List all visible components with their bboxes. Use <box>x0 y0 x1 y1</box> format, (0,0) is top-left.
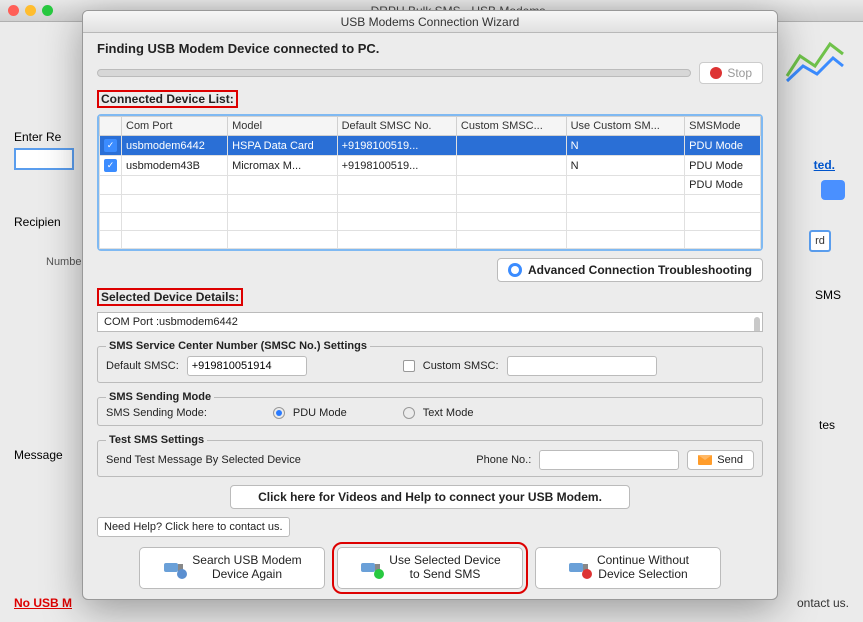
no-usb-modem-link[interactable]: No USB M <box>14 596 72 610</box>
text-mode-label: Text Mode <box>423 407 474 419</box>
table-header[interactable]: SMSMode <box>685 117 761 136</box>
zoom-icon[interactable] <box>42 5 53 16</box>
continue-without-label: Continue WithoutDevice Selection <box>597 554 689 582</box>
custom-smsc-input[interactable] <box>507 356 657 376</box>
stop-button-label: Stop <box>727 66 752 80</box>
gear-icon <box>508 263 522 277</box>
bg-connected-link-fragment[interactable]: ted. <box>814 158 835 172</box>
test-sms-group: Test SMS Settings Send Test Message By S… <box>97 434 763 477</box>
test-sms-label: Send Test Message By Selected Device <box>106 454 301 466</box>
row-checkbox[interactable]: ✓ <box>104 159 117 172</box>
bg-dropdown-fragment[interactable] <box>821 180 845 200</box>
default-smsc-input[interactable] <box>187 356 307 376</box>
bg-recipient-input[interactable] <box>14 148 74 170</box>
selected-device-details-box: COM Port :usbmodem6442Manufacturer :TCT … <box>97 312 763 332</box>
advanced-troubleshooting-label: Advanced Connection Troubleshooting <box>528 263 752 277</box>
close-icon[interactable] <box>8 5 19 16</box>
sms-sending-mode-label: SMS Sending Mode: <box>106 407 207 419</box>
row-checkbox-cell[interactable]: ✓ <box>100 136 122 156</box>
connected-device-list-heading: Connected Device List: <box>97 90 238 108</box>
table-row[interactable] <box>100 231 761 249</box>
search-again-label: Search USB ModemDevice Again <box>192 554 301 582</box>
bg-sms-label-fragment: SMS <box>815 288 841 302</box>
advanced-troubleshooting-button[interactable]: Advanced Connection Troubleshooting <box>497 258 763 282</box>
bg-recipients-label: Recipien <box>14 215 61 229</box>
pdu-mode-label: PDU Mode <box>293 407 347 419</box>
use-selected-device-button[interactable]: Use Selected Deviceto Send SMS <box>337 547 523 589</box>
stop-button[interactable]: Stop <box>699 62 763 84</box>
use-selected-device-label: Use Selected Deviceto Send SMS <box>389 554 500 582</box>
scan-progress-bar <box>97 69 691 77</box>
detail-line: Manufacturer :TCT Mobile International L… <box>104 330 756 333</box>
smsc-settings-group: SMS Service Center Number (SMSC No.) Set… <box>97 340 763 383</box>
mail-icon <box>698 455 712 465</box>
table-header[interactable]: Custom SMSC... <box>456 117 566 136</box>
usb-search-icon <box>162 560 184 576</box>
custom-smsc-checkbox[interactable] <box>403 360 415 372</box>
search-again-button[interactable]: Search USB ModemDevice Again <box>139 547 325 589</box>
row-checkbox-cell[interactable]: ✓ <box>100 156 122 176</box>
detail-line: COM Port :usbmodem6442 <box>104 316 756 330</box>
table-row[interactable] <box>100 213 761 231</box>
minimize-icon[interactable] <box>25 5 36 16</box>
pdu-mode-radio[interactable] <box>273 407 285 419</box>
text-mode-radio[interactable] <box>403 407 415 419</box>
selected-device-details-heading: Selected Device Details: <box>97 288 243 306</box>
bg-message-label: Message <box>14 448 63 462</box>
details-scrollbar[interactable] <box>754 317 760 332</box>
usb-cancel-icon <box>567 560 589 576</box>
phone-no-input[interactable] <box>539 450 679 470</box>
table-header[interactable]: Default SMSC No. <box>337 117 456 136</box>
send-test-label: Send <box>717 454 743 466</box>
continue-without-button[interactable]: Continue WithoutDevice Selection <box>535 547 721 589</box>
table-header[interactable] <box>100 117 122 136</box>
bg-wizard-button-fragment[interactable]: rd <box>809 230 831 252</box>
custom-smsc-label: Custom SMSC: <box>423 360 499 372</box>
phone-no-label: Phone No.: <box>476 454 531 466</box>
chart-illustration-icon <box>785 36 845 86</box>
need-help-button[interactable]: Need Help? Click here to contact us. <box>97 517 290 537</box>
connected-devices-table[interactable]: Com PortModelDefault SMSC No.Custom SMSC… <box>97 114 763 251</box>
traffic-lights[interactable] <box>0 5 53 16</box>
send-test-button[interactable]: Send <box>687 450 754 470</box>
test-sms-legend: Test SMS Settings <box>106 434 207 446</box>
row-checkbox-cell[interactable] <box>100 176 122 195</box>
smsc-settings-legend: SMS Service Center Number (SMSC No.) Set… <box>106 340 370 352</box>
bg-enter-recipient-label: Enter Re <box>14 130 61 144</box>
videos-help-button[interactable]: Click here for Videos and Help to connec… <box>230 485 630 509</box>
table-header[interactable]: Model <box>228 117 338 136</box>
stop-icon <box>710 67 722 79</box>
dialog-title: USB Modems Connection Wizard <box>83 11 777 33</box>
table-row[interactable]: ✓usbmodem6442HSPA Data Card+9198100519..… <box>100 136 761 156</box>
connection-wizard-dialog: USB Modems Connection Wizard Finding USB… <box>82 10 778 600</box>
sms-sending-mode-group: SMS Sending Mode SMS Sending Mode: PDU M… <box>97 391 763 426</box>
usb-ok-icon <box>359 560 381 576</box>
table-row[interactable]: ✓usbmodem43BMicromax M...+9198100519...N… <box>100 156 761 176</box>
default-smsc-label: Default SMSC: <box>106 360 179 372</box>
finding-heading: Finding USB Modem Device connected to PC… <box>97 41 763 56</box>
bg-number-column-label: Numbe <box>46 256 81 268</box>
contact-us-link-fragment[interactable]: ontact us. <box>797 596 849 610</box>
table-row[interactable] <box>100 195 761 213</box>
row-checkbox[interactable]: ✓ <box>104 139 117 152</box>
sms-sending-mode-legend: SMS Sending Mode <box>106 391 214 403</box>
bg-tes-label-fragment: tes <box>819 418 835 432</box>
table-header[interactable]: Use Custom SM... <box>566 117 685 136</box>
table-header[interactable]: Com Port <box>122 117 228 136</box>
table-row[interactable]: PDU Mode <box>100 176 761 195</box>
